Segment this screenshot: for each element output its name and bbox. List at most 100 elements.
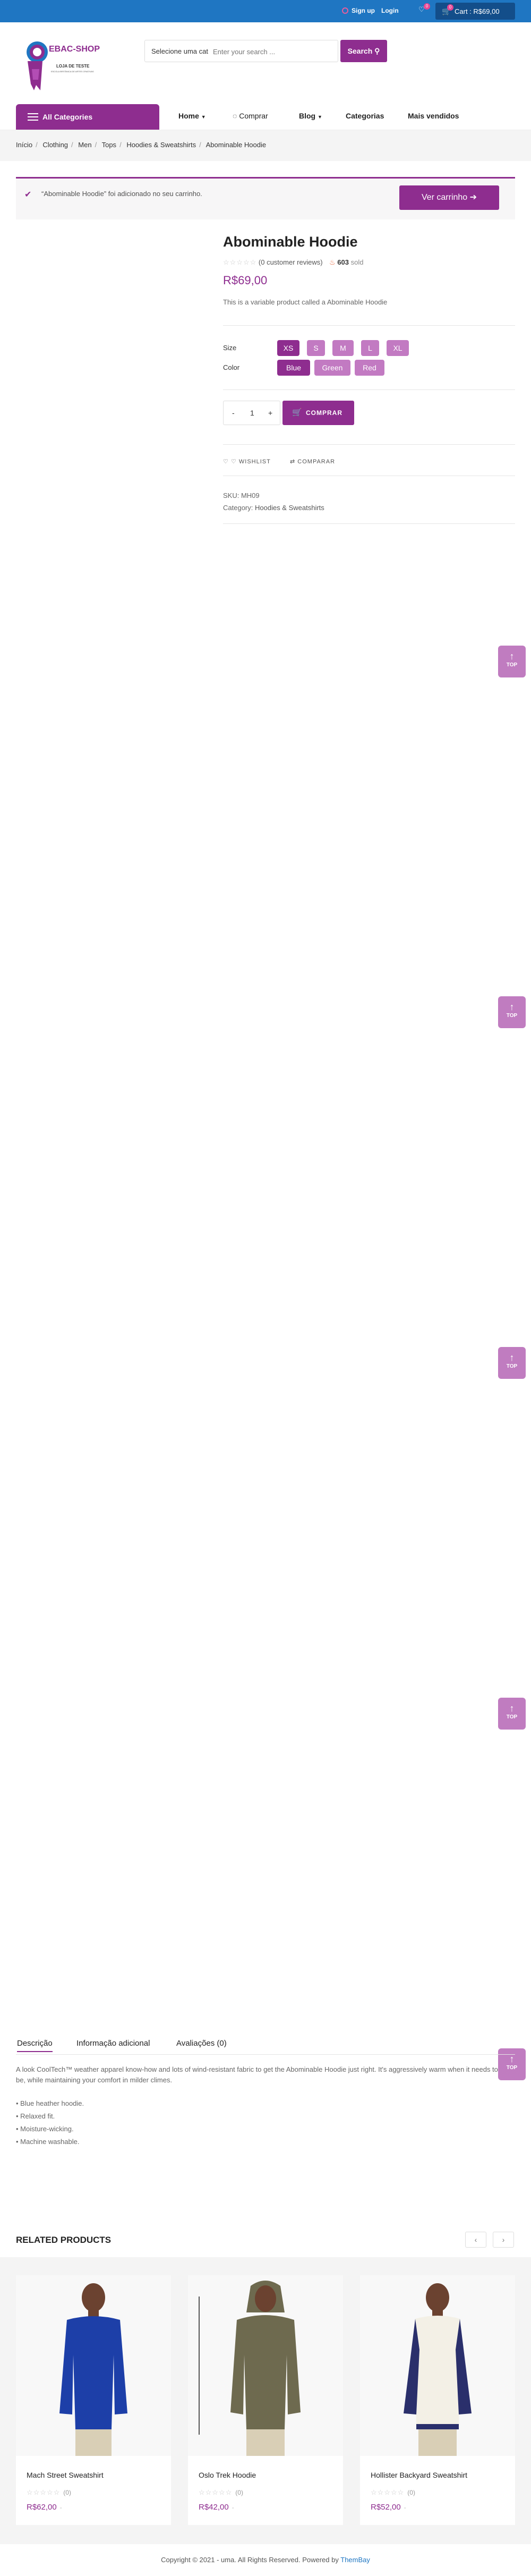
size-option-l[interactable]: L [361, 340, 379, 356]
product-category: Category: Hoodies & Sweatshirts [223, 504, 324, 512]
product-price: R$62,00- [27, 2503, 62, 2512]
divider [223, 389, 515, 390]
product-card[interactable]: Hollister Backyard Sweatshirt ☆☆☆☆☆ (0) R… [360, 2275, 515, 2525]
product-image[interactable] [188, 2275, 343, 2456]
signup-link[interactable]: Sign up [342, 7, 375, 14]
logo-tagline: ESCOLA BRITÂNICA DE ARTES CRIATIVAS [51, 70, 94, 73]
logo-subtitle: LOJA DE TESTE [56, 64, 90, 69]
compare-icon: ⇄ [290, 459, 296, 465]
menu-icon [28, 113, 38, 121]
breadcrumb-current: Abominable Hoodie [205, 141, 267, 149]
size-option-s[interactable]: S [307, 340, 325, 356]
sold-label: sold [350, 258, 364, 266]
category-link[interactable]: Hoodies & Sweatshirts [255, 504, 324, 512]
nav-home[interactable]: Home ▼ [178, 112, 206, 120]
nav-comprar[interactable]: ◌ Comprar [233, 112, 268, 120]
notice-message: “Abominable Hoodie” foi adicionado no se… [41, 190, 202, 198]
product-rating: ☆☆☆☆☆ (0 customer reviews) [223, 258, 323, 267]
all-categories-button[interactable]: All Categories [16, 104, 159, 130]
heart-icon: ♡ [230, 459, 237, 465]
chevron-down-icon: ▼ [201, 114, 206, 120]
login-link[interactable]: Login [381, 7, 399, 14]
nav-mais-vendidos[interactable]: Mais vendidos [408, 112, 459, 120]
qty-value[interactable]: 1 [250, 409, 254, 417]
carousel-prev-button[interactable]: ‹ [465, 2232, 486, 2248]
breadcrumb-hoodies[interactable]: Hoodies & Sweatshirts [126, 141, 196, 149]
product-card[interactable]: Oslo Trek Hoodie ☆☆☆☆☆ (0) R$42,00- [188, 2275, 343, 2525]
site-logo[interactable]: EBAC-SHOP LOJA DE TESTE ESCOLA BRITÂNICA… [21, 37, 100, 96]
top-label: TOP [506, 1714, 518, 1720]
product-name[interactable]: Oslo Trek Hoodie [199, 2471, 256, 2479]
cart-count: 0 [447, 4, 453, 11]
size-option-xl[interactable]: XL [387, 340, 409, 356]
product-image[interactable] [360, 2275, 515, 2456]
top-label: TOP [506, 2065, 518, 2071]
nav-categorias[interactable]: Categorias [346, 112, 384, 120]
price-old: - [232, 2504, 234, 2511]
product-name[interactable]: Mach Street Sweatshirt [27, 2471, 104, 2479]
footer-copyright: Copyright © 2021 - uma. All Rights Reser… [0, 2556, 531, 2564]
list-item: • Moisture-wicking. [16, 2125, 74, 2133]
tab-descricao[interactable]: Descrição [17, 2039, 53, 2052]
review-count: (0) [63, 2489, 71, 2496]
powered-by-link[interactable]: ThemBay [340, 2556, 370, 2564]
product-long-description: A look CoolTech™ weather apparel know-ho… [16, 2065, 498, 2084]
quantity-stepper: - 1 + [223, 401, 280, 425]
back-to-top-button[interactable]: ↑TOP [498, 996, 526, 1028]
cart-button[interactable]: 🛒 0 Cart : R$69,00 [435, 3, 515, 20]
nav-blog[interactable]: Blog ▼ [299, 112, 322, 120]
breadcrumb-inicio[interactable]: Início [16, 141, 32, 149]
wishlist-button[interactable]: ♡ 0 [418, 3, 430, 14]
product-photo-oslo-trek [199, 2281, 301, 2456]
search-input[interactable] [213, 45, 334, 58]
color-option-green[interactable]: Green [314, 360, 350, 376]
arrow-right-icon: ➔ [469, 193, 477, 202]
color-option-blue[interactable]: Blue [277, 360, 310, 376]
wishlist-link[interactable]: ♡ ♡ WISHLIST [223, 458, 271, 465]
all-categories-label: All Categories [42, 113, 93, 121]
list-item: • Relaxed fit. [16, 2112, 55, 2120]
back-to-top-button[interactable]: ↑TOP [498, 1698, 526, 1730]
price-old: - [59, 2504, 62, 2511]
search-button[interactable]: Search ⚲ [340, 40, 387, 62]
back-to-top-button[interactable]: ↑TOP [498, 1347, 526, 1379]
size-option-xs[interactable]: XS [277, 340, 299, 356]
add-to-cart-label: COMPRAR [306, 409, 342, 417]
search-category-select[interactable]: Selecione uma cat [151, 47, 208, 55]
product-image[interactable] [16, 2275, 171, 2456]
view-cart-button[interactable]: Ver carrinho ➔ [399, 185, 499, 210]
sold-count: ♨ 603 sold [329, 258, 363, 267]
category-label: Category: [223, 504, 253, 512]
product-name[interactable]: Hollister Backyard Sweatshirt [371, 2471, 467, 2479]
price-old: - [404, 2504, 406, 2511]
rating-stars: ☆☆☆☆☆ [27, 2488, 61, 2496]
sku: SKU: MH09 [223, 492, 260, 499]
compare-link[interactable]: ⇄ COMPARAR [290, 458, 335, 465]
tab-avaliacoes[interactable]: Avaliações (0) [176, 2039, 227, 2048]
arrow-up-icon: ↑ [509, 651, 515, 662]
product-card[interactable]: Mach Street Sweatshirt ☆☆☆☆☆ (0) R$62,00- [16, 2275, 171, 2525]
cart-total: Cart : R$69,00 [455, 7, 500, 15]
size-option-m[interactable]: M [332, 340, 354, 356]
cart-icon: 🛒 [292, 408, 303, 417]
color-option-red[interactable]: Red [355, 360, 384, 376]
qty-plus-button[interactable]: + [268, 409, 272, 417]
back-to-top-button[interactable]: ↑TOP [498, 646, 526, 677]
qty-minus-button[interactable]: - [232, 409, 235, 417]
breadcrumb-tops[interactable]: Tops [102, 141, 116, 149]
breadcrumb-clothing[interactable]: Clothing [42, 141, 68, 149]
nav-comprar-label: Comprar [239, 112, 268, 120]
divider [223, 523, 515, 524]
add-to-cart-button[interactable]: 🛒 COMPRAR [282, 401, 354, 425]
view-cart-label: Ver carrinho [421, 193, 468, 202]
carousel-next-button[interactable]: › [493, 2232, 514, 2248]
logo-title: EBAC-SHOP [49, 45, 100, 54]
breadcrumb-men[interactable]: Men [78, 141, 91, 149]
search-button-label: Search [347, 47, 373, 55]
list-item: • Blue heather hoodie. [16, 2099, 84, 2107]
search-bar: Selecione uma cat [144, 40, 338, 62]
reviews-link[interactable]: (0 customer reviews) [259, 258, 323, 266]
product-price: R$42,00- [199, 2503, 234, 2512]
nav-blog-label: Blog [299, 112, 316, 120]
tab-informacao-adicional[interactable]: Informação adicional [76, 2039, 150, 2048]
